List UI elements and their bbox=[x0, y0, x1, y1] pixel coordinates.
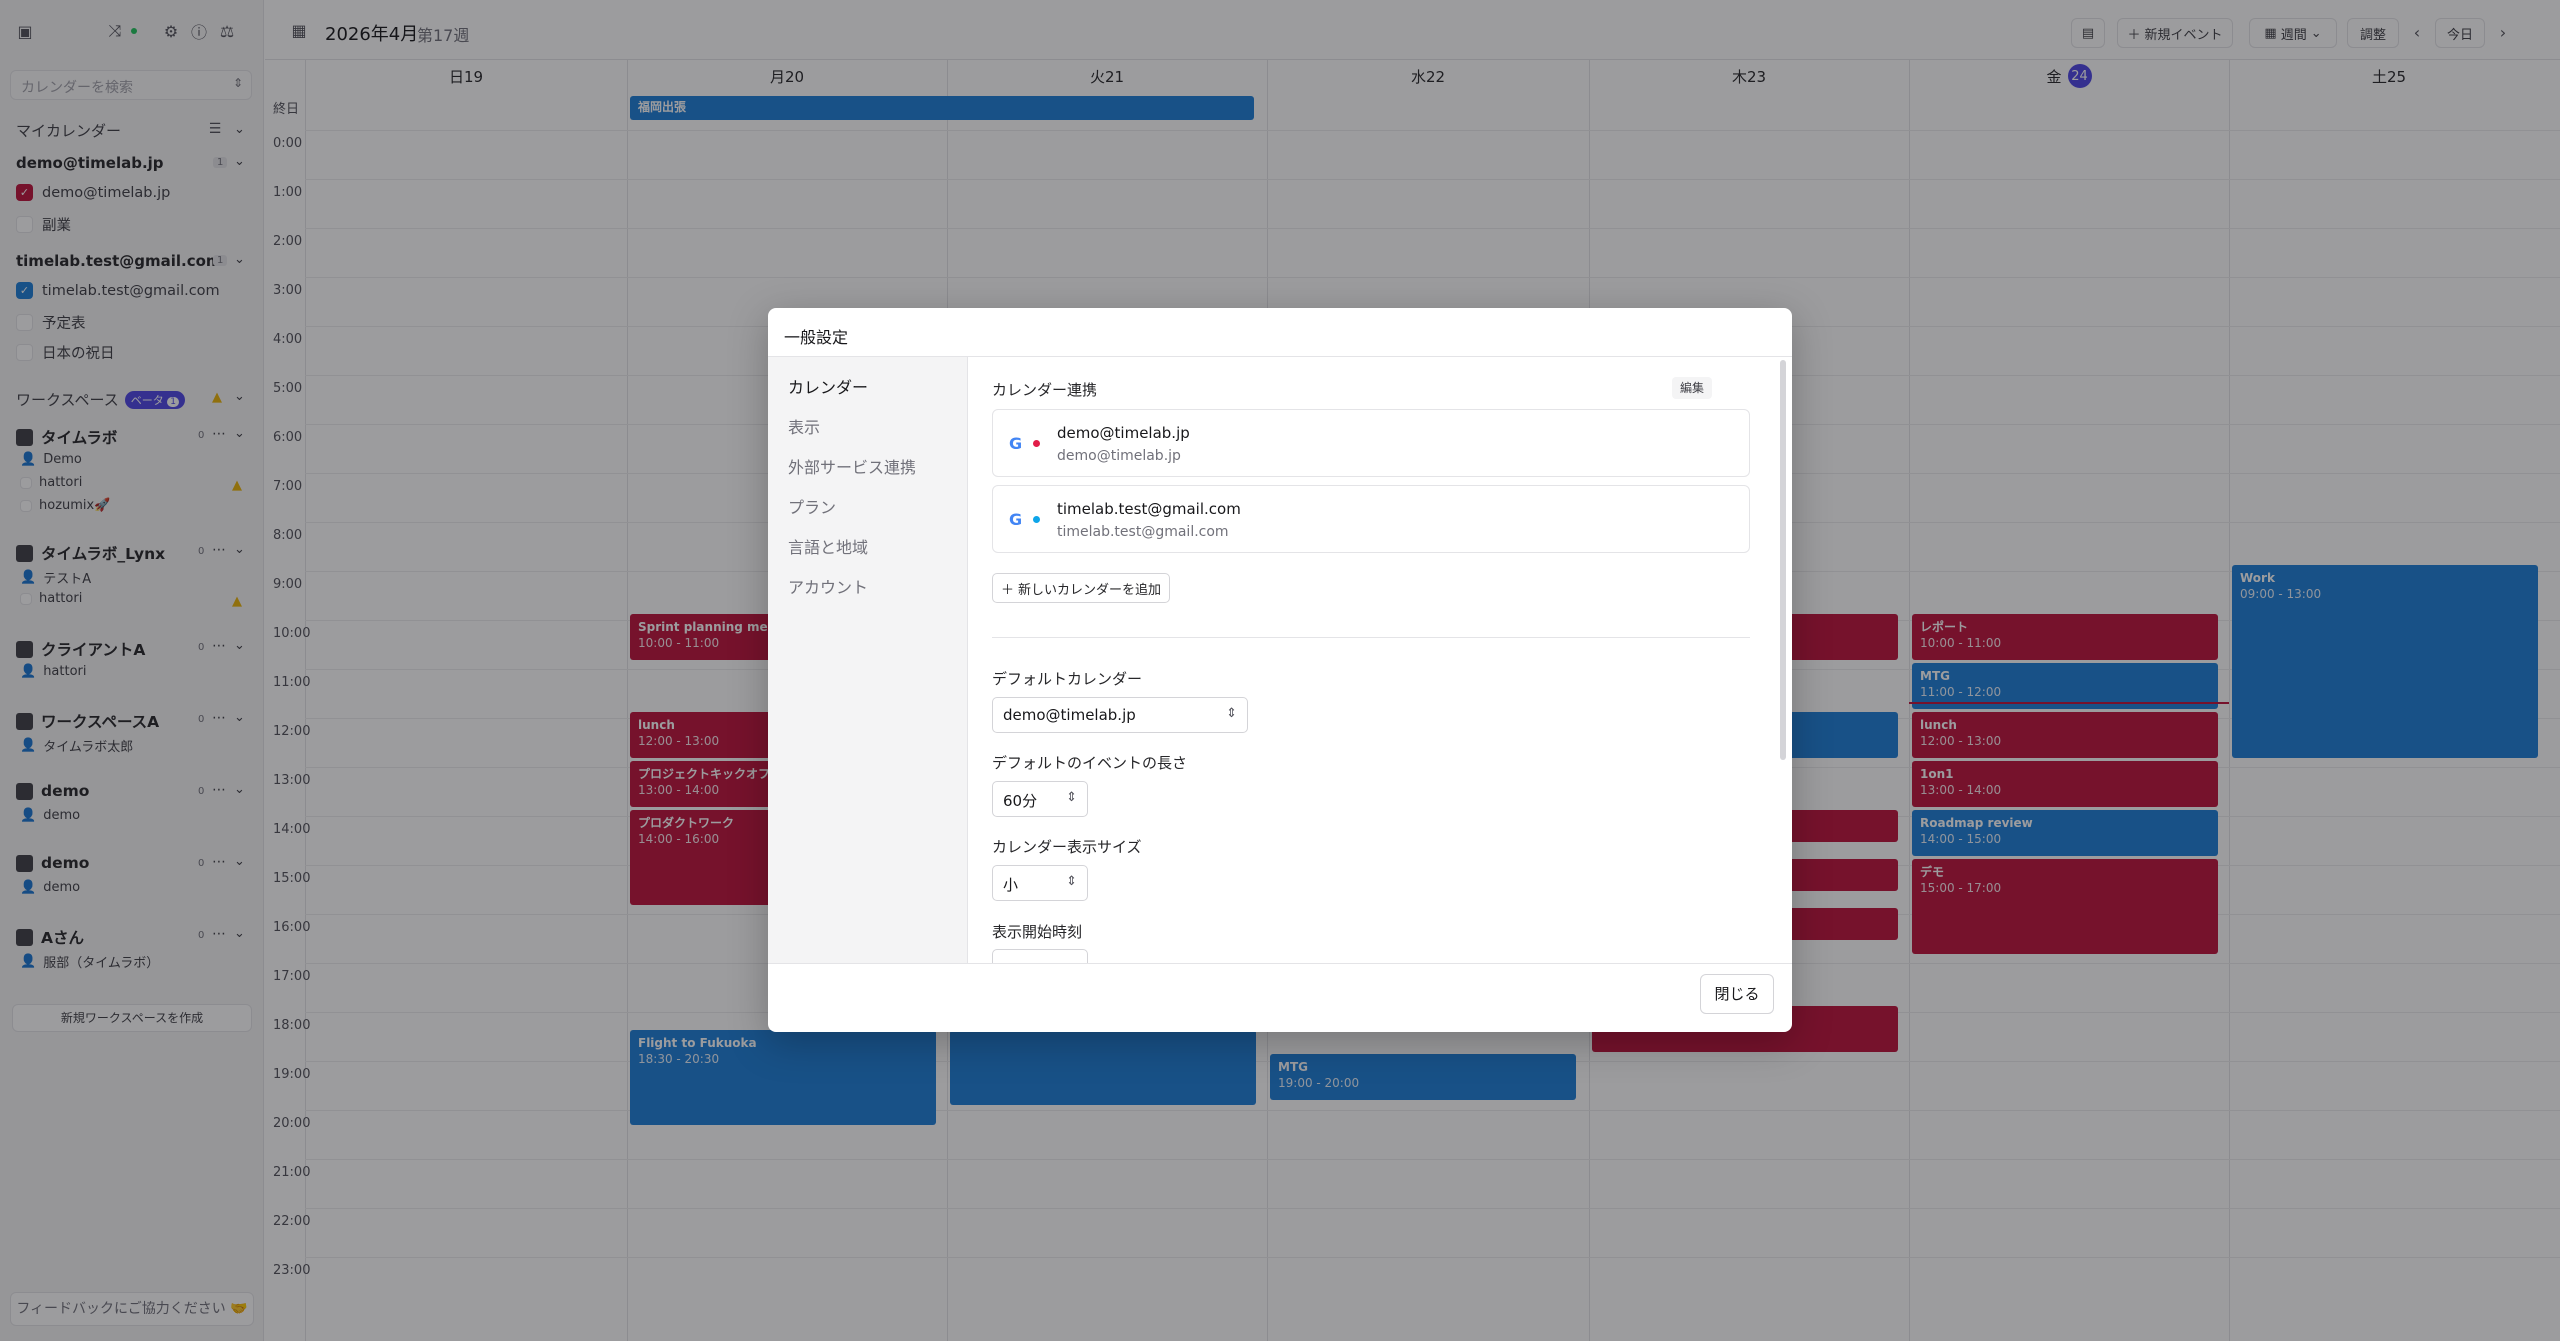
modal-title: 一般設定 bbox=[784, 328, 849, 347]
settings-content: カレンダー連携 編集 G demo@timelab.jp demo@timela… bbox=[968, 357, 1788, 963]
google-icon: G bbox=[1009, 434, 1023, 453]
display-size-label: カレンダー表示サイズ bbox=[992, 838, 1142, 856]
calendar-color-dot bbox=[1033, 516, 1040, 523]
nav-item-integrations[interactable]: 外部サービス連携 bbox=[788, 454, 916, 478]
settings-nav: カレンダー 表示 外部サービス連携 プラン 言語と地域 アカウント bbox=[768, 357, 968, 963]
plus-icon: ＋ bbox=[1000, 582, 1014, 598]
event-length-label: デフォルトのイベントの長さ bbox=[992, 754, 1188, 772]
select-value: 小 bbox=[1003, 876, 1019, 894]
edit-button[interactable]: 編集 bbox=[1672, 377, 1712, 399]
nav-item-plan[interactable]: プラン bbox=[788, 494, 836, 518]
account-name: demo@timelab.jp bbox=[1057, 424, 1190, 442]
select-value: demo@timelab.jp bbox=[1003, 706, 1136, 724]
chevron-updown-icon: ⇕ bbox=[1066, 874, 1077, 889]
chevron-updown-icon: ⇕ bbox=[1226, 706, 1237, 721]
scrollbar[interactable] bbox=[1780, 360, 1786, 760]
start-time-select[interactable] bbox=[992, 949, 1088, 963]
settings-modal: 一般設定 カレンダー 表示 外部サービス連携 プラン 言語と地域 アカウント カ… bbox=[768, 308, 1792, 1032]
nav-item-language[interactable]: 言語と地域 bbox=[788, 534, 868, 558]
account-name: timelab.test@gmail.com bbox=[1057, 500, 1241, 518]
connected-account-card[interactable]: G timelab.test@gmail.com timelab.test@gm… bbox=[992, 485, 1750, 553]
display-size-select[interactable]: 小 ⇕ bbox=[992, 865, 1088, 901]
default-calendar-label: デフォルトカレンダー bbox=[992, 670, 1143, 688]
chevron-updown-icon: ⇕ bbox=[1066, 790, 1077, 805]
nav-item-display[interactable]: 表示 bbox=[788, 414, 820, 438]
add-calendar-button[interactable]: ＋新しいカレンダーを追加 bbox=[992, 573, 1170, 603]
connected-account-card[interactable]: G demo@timelab.jp demo@timelab.jp bbox=[992, 409, 1750, 477]
calendar-color-dot bbox=[1033, 440, 1040, 447]
section-title: カレンダー連携 bbox=[992, 381, 1098, 399]
divider bbox=[992, 637, 1750, 638]
select-value: 60分 bbox=[1003, 792, 1038, 810]
add-calendar-label: 新しいカレンダーを追加 bbox=[1018, 582, 1162, 598]
close-button[interactable]: 閉じる bbox=[1700, 974, 1774, 1014]
account-email: demo@timelab.jp bbox=[1057, 448, 1181, 464]
start-time-label: 表示開始時刻 bbox=[992, 923, 1083, 941]
nav-item-calendar[interactable]: カレンダー bbox=[788, 374, 868, 398]
google-icon: G bbox=[1009, 510, 1023, 529]
default-calendar-select[interactable]: demo@timelab.jp ⇕ bbox=[992, 697, 1248, 733]
nav-item-account[interactable]: アカウント bbox=[788, 574, 868, 598]
event-length-select[interactable]: 60分 ⇕ bbox=[992, 781, 1088, 817]
divider bbox=[768, 963, 1792, 964]
account-email: timelab.test@gmail.com bbox=[1057, 524, 1229, 540]
